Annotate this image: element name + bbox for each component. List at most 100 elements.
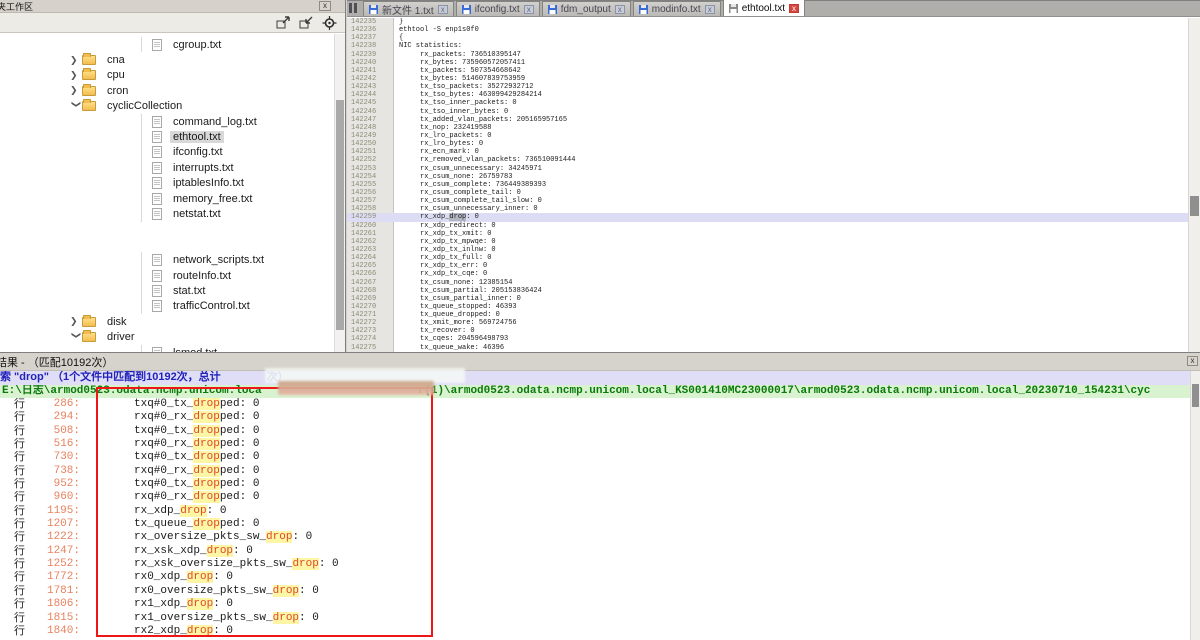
tree-item-network-scripts-txt[interactable]: network_scripts.txt (0, 252, 345, 267)
line-text: rx_lro_packets: 0 (394, 132, 491, 140)
line-text: rx_csum_unnecessary_inner: 0 (394, 205, 538, 213)
tree-scrollbar-thumb[interactable] (336, 100, 344, 330)
result-row-line-1815[interactable]: 行1815:rx1_oversize_pkts_sw_drop: 0 (0, 612, 1190, 625)
line-text: rx_lro_bytes: 0 (394, 140, 483, 148)
tree-item-command-log-txt[interactable]: command_log.txt (0, 114, 345, 129)
result-row-line-952[interactable]: 行952:txq#0_tx_dropped: 0 (0, 478, 1190, 491)
tree-item-label: cpu (104, 69, 128, 81)
result-row-line-1195[interactable]: 行1195:rx_xdp_drop: 0 (0, 505, 1190, 518)
tree-item-netstat-txt[interactable]: netstat.txt (0, 206, 345, 221)
tab-close-icon[interactable]: x (789, 4, 799, 13)
result-row-line-1772[interactable]: 行1772:rx0_xdp_drop: 0 (0, 571, 1190, 584)
tab-ethtool-txt[interactable]: ethtool.txtx (723, 0, 805, 16)
result-row-label: 行 (14, 585, 25, 598)
tree-item-ifconfig-txt[interactable]: ifconfig.txt (0, 145, 345, 160)
result-file-path-line[interactable]: E:\日志\armod0523.odata.ncmp.unicom.locar(… (0, 385, 1200, 399)
tree-item-disk[interactable]: ❯disk (0, 314, 345, 329)
editor-scrollbar-thumb[interactable] (1190, 196, 1199, 216)
search-summary-prefix: 索 "drop" （1个文件中匹配到10192次，总计 (0, 371, 221, 383)
tree-item-cgroup-txt[interactable]: cgroup.txt (0, 37, 345, 52)
line-text: tx_added_vlan_packets: 205165957165 (394, 116, 567, 124)
result-row-line-1247[interactable]: 行1247:rx_xsk_xdp_drop: 0 (0, 545, 1190, 558)
chevron-right-icon[interactable]: ❯ (70, 70, 82, 81)
result-row-line-294[interactable]: 行294:rxq#0_rx_dropped: 0 (0, 411, 1190, 424)
tab-fdm-output[interactable]: fdm_outputx (542, 1, 631, 16)
result-row-line-1207[interactable]: 行1207:tx_queue_dropped: 0 (0, 518, 1190, 531)
chevron-right-icon[interactable]: ❯ (70, 55, 82, 66)
result-row-content: rx1_oversize_pkts_sw_drop: 0 (134, 612, 319, 625)
editor-body[interactable]: 142235}142236ethtool -S enp1s0f0142237{1… (347, 18, 1188, 352)
editor-line: 142251 rx_ecn_mark: 0 (347, 148, 1188, 156)
pop-out-icon[interactable] (276, 16, 291, 30)
matched-word: drop (207, 545, 233, 557)
file-tree: cgroup.txt❯cna❯cpu❯cron❯cyclicCollection… (0, 34, 345, 352)
chevron-down-icon[interactable]: ❯ (71, 331, 82, 343)
tree-item-iptablesinfo-txt[interactable]: iptablesInfo.txt (0, 176, 345, 191)
tab--1-txt[interactable]: 新文件 1.txtx (363, 1, 454, 16)
line-text: rx_removed_vlan_packets: 736510091444 (394, 156, 575, 164)
result-row-line-516[interactable]: 行516:rxq#0_rx_dropped: 0 (0, 438, 1190, 451)
result-row-line-1806[interactable]: 行1806:rx1_xdp_drop: 0 (0, 598, 1190, 611)
tree-item-cycliccollection[interactable]: ❯cyclicCollection (0, 99, 345, 114)
tab-close-icon[interactable]: x (705, 5, 715, 14)
chevron-right-icon[interactable]: ❯ (70, 85, 82, 96)
tree-item-memory-free-txt[interactable]: memory_free.txt (0, 191, 345, 206)
result-row-line-960[interactable]: 行960:rxq#0_rx_dropped: 0 (0, 491, 1190, 504)
result-row-line-286[interactable]: 行286:txq#0_tx_dropped: 0 (0, 398, 1190, 411)
editor-line: 142267 tx_csum_none: 12385154 (347, 279, 1188, 287)
result-row-content: txq#0_tx_dropped: 0 (134, 451, 259, 464)
tree-item-cpu[interactable]: ❯ cpu (0, 68, 345, 83)
result-row-line-1781[interactable]: 行1781:rx0_oversize_pkts_sw_drop: 0 (0, 585, 1190, 598)
results-scrollbar[interactable] (1190, 371, 1200, 640)
tab-close-icon[interactable]: x (615, 5, 625, 14)
tree-item-lsmod-txt[interactable]: lsmod.txt (0, 345, 345, 352)
result-row-linenum: 1840: (30, 625, 80, 638)
tree-item-interrupts-txt[interactable]: interrupts.txt (0, 160, 345, 175)
line-number: 142245 (347, 99, 394, 107)
editor-line: 142240 rx_bytes: 735960572057411 (347, 59, 1188, 67)
tab-close-icon[interactable]: x (438, 5, 448, 14)
tree-item-ethtool-txt[interactable]: ethtool.txt (0, 129, 345, 144)
tab-ifconfig-txt[interactable]: ifconfig.txtx (456, 1, 540, 16)
editor-current-line[interactable]: 142259 rx_xdp_drop: 0 (347, 213, 1188, 221)
tree-item-label: driver (104, 331, 138, 343)
result-row-line-1252[interactable]: 行1252:rx_xsk_oversize_pkts_sw_drop: 0 (0, 558, 1190, 571)
tree-item-stat-txt[interactable]: stat.txt (0, 283, 345, 298)
results-scrollbar-thumb[interactable] (1192, 384, 1199, 407)
tree-item-cna[interactable]: ❯cna (0, 52, 345, 67)
result-row-content: txq#0_tx_dropped: 0 (134, 398, 259, 411)
editor-line: 142237{ (347, 34, 1188, 42)
line-text: rx_xdp_tx_xmit: 0 (394, 230, 491, 238)
result-row-line-508[interactable]: 行508:txq#0_tx_dropped: 0 (0, 425, 1190, 438)
tab-close-icon[interactable]: x (524, 5, 534, 14)
result-row-content: rx0_oversize_pkts_sw_drop: 0 (134, 585, 319, 598)
dock-in-icon[interactable] (299, 16, 314, 30)
tree-item-cron[interactable]: ❯cron (0, 83, 345, 98)
result-row-line-738[interactable]: 行738:rxq#0_rx_dropped: 0 (0, 465, 1190, 478)
tree-item-driver[interactable]: ❯ driver (0, 329, 345, 344)
result-row-content: tx_queue_dropped: 0 (134, 518, 259, 531)
line-number: 142250 (347, 140, 394, 148)
locate-file-icon[interactable] (322, 16, 337, 30)
save-icon (369, 5, 378, 14)
line-number: 142240 (347, 59, 394, 67)
tree-item-routeinfo-txt[interactable]: routeInfo.txt (0, 268, 345, 283)
result-row-linenum: 960: (30, 491, 80, 504)
tree-scrollbar[interactable] (334, 34, 345, 352)
line-number: 142254 (347, 173, 394, 181)
result-row-content: rxq#0_rx_dropped: 0 (134, 411, 259, 424)
results-close-icon[interactable]: x (1187, 356, 1198, 366)
tab-modinfo-txt[interactable]: modinfo.txtx (633, 1, 721, 16)
editor-line: 142249 rx_lro_packets: 0 (347, 132, 1188, 140)
result-row-line-730[interactable]: 行730:txq#0_tx_dropped: 0 (0, 451, 1190, 464)
chevron-right-icon[interactable]: ❯ (70, 316, 82, 327)
matched-word: drop (449, 213, 466, 221)
result-row-line-1222[interactable]: 行1222:rx_oversize_pkts_sw_drop: 0 (0, 531, 1190, 544)
workspace-close-icon[interactable]: x (319, 1, 331, 11)
chevron-down-icon[interactable]: ❯ (71, 100, 82, 112)
editor-line: 142256 rx_csum_complete_tail: 0 (347, 189, 1188, 197)
result-row-line-1840[interactable]: 行1840:rx2_xdp_drop: 0 (0, 625, 1190, 638)
tree-item-trafficcontrol-txt[interactable]: trafficControl.txt (0, 299, 345, 314)
folder-icon (82, 317, 96, 327)
editor-scrollbar[interactable] (1188, 18, 1200, 352)
